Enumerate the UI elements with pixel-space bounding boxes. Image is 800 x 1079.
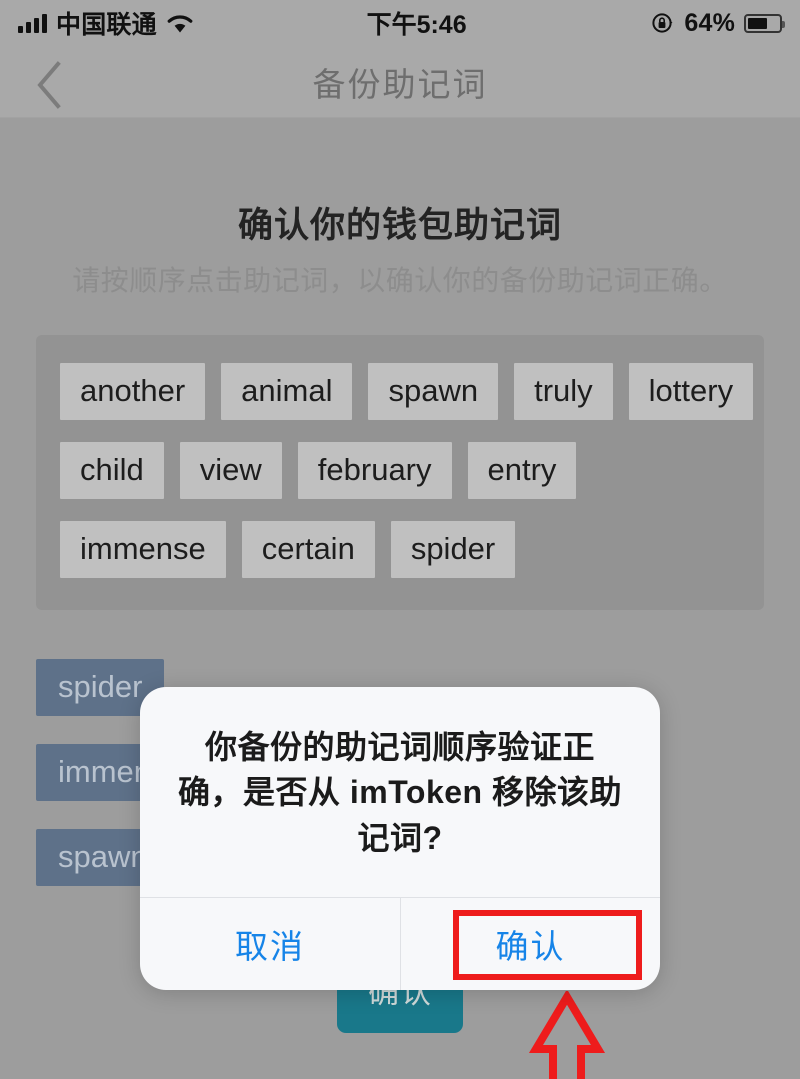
rotation-lock-icon — [651, 11, 675, 35]
heading: 确认你的钱包助记词 — [237, 206, 562, 245]
subheading: 请按顺序点击助记词，以确认你的备份助记词正确。 — [72, 265, 728, 296]
word-chip[interactable]: another — [60, 363, 206, 420]
confirmation-dialog: 你备份的助记词顺序验证正确，是否从 imToken 移除该助记词? 取消 确认 — [140, 687, 660, 991]
word-pool-panel: another animal spawn truly lottery child… — [36, 335, 764, 610]
page-title: 备份助记词 — [312, 66, 488, 103]
battery-percent-label: 64% — [684, 8, 735, 37]
clock-label: 下午5:46 — [366, 11, 467, 39]
word-pool-row: immense certain spider — [60, 521, 740, 578]
word-pool-row: another animal spawn truly lottery — [60, 363, 754, 420]
word-chip[interactable]: view — [179, 442, 282, 499]
phone-screen: 中国联通 下午5:46 64% 备份助记词 确认你的钱包助记词 请按顺序点击助记… — [0, 0, 800, 1079]
status-bar-left: 中国联通 — [18, 5, 194, 41]
navigation-bar: 备份助记词 — [0, 46, 800, 118]
status-bar-center: 下午5:46 — [194, 5, 652, 41]
dialog-cancel-button[interactable]: 取消 — [140, 898, 400, 990]
status-bar: 中国联通 下午5:46 64% — [0, 0, 800, 46]
word-chip[interactable]: spider — [390, 521, 516, 578]
word-chip[interactable]: child — [60, 442, 164, 499]
word-chip[interactable]: entry — [467, 442, 577, 499]
carrier-label: 中国联通 — [56, 11, 157, 39]
dialog-body: 你备份的助记词顺序验证正确，是否从 imToken 移除该助记词? — [140, 687, 660, 897]
word-chip[interactable]: immense — [60, 521, 226, 578]
dialog-message: 你备份的助记词顺序验证正确，是否从 imToken 移除该助记词? — [178, 729, 622, 856]
word-chip[interactable]: animal — [221, 363, 353, 420]
wifi-icon — [166, 13, 194, 34]
battery-icon — [744, 13, 785, 33]
dialog-confirm-button[interactable]: 确认 — [400, 898, 660, 991]
word-chip[interactable]: lottery — [628, 363, 754, 420]
word-chip[interactable]: spawn — [368, 363, 499, 420]
dialog-actions: 取消 确认 — [140, 897, 660, 991]
word-chip[interactable]: february — [297, 442, 452, 499]
word-chip[interactable]: truly — [514, 363, 613, 420]
word-chip[interactable]: certain — [241, 521, 375, 578]
word-pool-row: child view february entry — [60, 442, 740, 499]
main-content: 确认你的钱包助记词 请按顺序点击助记词，以确认你的备份助记词正确。 anothe… — [0, 119, 800, 1079]
status-bar-right: 64% — [651, 8, 785, 38]
signal-icon — [18, 13, 47, 33]
arrow-up-outline-icon — [528, 989, 606, 1079]
